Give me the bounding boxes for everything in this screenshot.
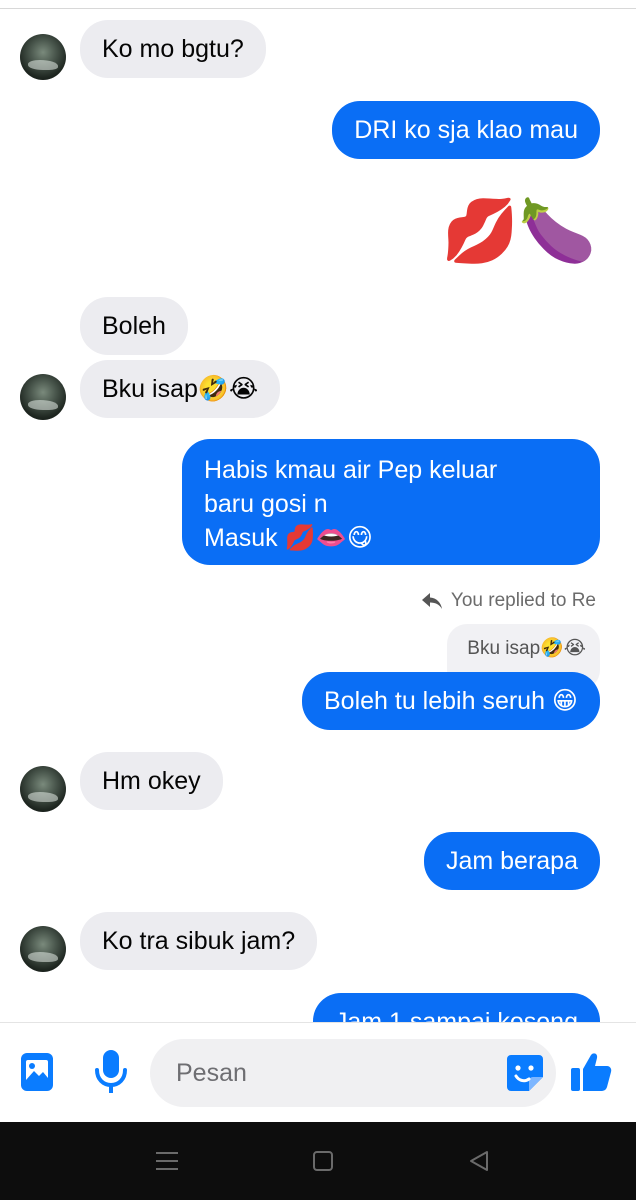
- incoming-message[interactable]: Hm okey: [80, 752, 223, 810]
- incoming-message[interactable]: Bku isap🤣😭: [80, 360, 281, 418]
- message-composer: [0, 1022, 636, 1122]
- system-navigation-bar: [0, 1122, 636, 1200]
- recent-apps-button[interactable]: [150, 1146, 184, 1176]
- recent-apps-icon: [156, 1152, 178, 1170]
- incoming-message[interactable]: Boleh: [80, 297, 188, 355]
- back-icon: [470, 1151, 488, 1171]
- sticker-icon: [507, 1055, 543, 1091]
- photo-icon: [21, 1053, 53, 1091]
- message-thread[interactable]: Ko mo bgtu? DRI ko sja klao mau 💋🍆 Boleh…: [0, 0, 636, 1022]
- outgoing-message[interactable]: DRI ko sja klao mau: [332, 101, 600, 159]
- outgoing-message[interactable]: Habis kmau air Pep keluar baru gosi n Ma…: [182, 439, 600, 565]
- sticker-button[interactable]: [504, 1052, 546, 1094]
- contact-avatar[interactable]: [20, 926, 66, 972]
- home-button[interactable]: [306, 1146, 340, 1176]
- contact-avatar[interactable]: [20, 34, 66, 80]
- incoming-message[interactable]: Ko tra sibuk jam?: [80, 912, 318, 970]
- contact-avatar[interactable]: [20, 374, 66, 420]
- reply-indicator: You replied to Re: [421, 590, 596, 612]
- thumbs-up-icon: [571, 1053, 612, 1091]
- home-icon: [313, 1151, 333, 1171]
- message-line: Habis kmau air Pep keluar: [204, 456, 498, 484]
- message-input[interactable]: [176, 1055, 476, 1091]
- outgoing-message[interactable]: Jam berapa: [423, 832, 600, 890]
- message-line: baru gosi n: [204, 490, 328, 518]
- outgoing-emoji-message[interactable]: 💋🍆: [442, 192, 596, 272]
- message-input-container[interactable]: [150, 1039, 556, 1107]
- reply-arrow-icon: [421, 593, 442, 609]
- outgoing-reply-message[interactable]: Boleh tu lebih seruh 😁: [302, 672, 600, 730]
- voice-button[interactable]: [92, 1047, 130, 1097]
- message-line: Masuk 💋👄😋: [204, 524, 373, 552]
- back-button[interactable]: [462, 1146, 496, 1176]
- reply-indicator-label: You replied to Re: [450, 590, 596, 611]
- incoming-message[interactable]: Ko mo bgtu?: [80, 20, 266, 78]
- contact-avatar[interactable]: [20, 766, 66, 812]
- photo-button[interactable]: [18, 1051, 56, 1093]
- microphone-icon: [95, 1050, 127, 1093]
- outgoing-message[interactable]: Jam 1 sampai kosong: [312, 993, 600, 1022]
- like-button[interactable]: [568, 1049, 614, 1095]
